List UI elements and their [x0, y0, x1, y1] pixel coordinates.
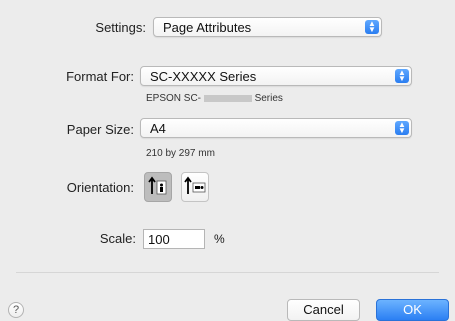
- popup-stepper-icon: ▲ ▼: [395, 121, 409, 135]
- format-for-printer-name: EPSON SC- Series: [146, 93, 283, 104]
- orientation-portrait-button[interactable]: [144, 172, 172, 202]
- scale-label: Scale:: [99, 231, 136, 246]
- format-for-label: Format For:: [66, 69, 134, 84]
- ok-button[interactable]: OK: [376, 299, 449, 321]
- paper-size-value: A4: [150, 121, 166, 136]
- settings-popup[interactable]: Page Attributes ▲ ▼: [153, 17, 382, 37]
- orientation-label: Orientation:: [66, 180, 134, 195]
- cancel-button[interactable]: Cancel: [287, 299, 360, 321]
- footer-separator: [16, 272, 439, 273]
- format-for-value: SC-XXXXX Series: [150, 69, 257, 84]
- settings-value: Page Attributes: [163, 20, 252, 35]
- scale-input[interactable]: [143, 229, 205, 249]
- paper-dimensions: 210 by 297 mm: [146, 148, 215, 159]
- scale-unit: %: [214, 232, 225, 246]
- popup-stepper-icon: ▲ ▼: [395, 69, 409, 83]
- format-for-popup[interactable]: SC-XXXXX Series ▲ ▼: [140, 66, 412, 86]
- paper-size-popup[interactable]: A4 ▲ ▼: [140, 118, 412, 138]
- settings-label: Settings:: [95, 20, 146, 35]
- printer-name-prefix: EPSON SC-: [146, 93, 202, 104]
- paper-size-label: Paper Size:: [66, 122, 134, 137]
- printer-name-redaction: [203, 94, 252, 102]
- help-button[interactable]: ?: [8, 302, 24, 318]
- portrait-orientation-icon: [148, 176, 167, 195]
- printer-name-suffix: Series: [254, 93, 283, 104]
- landscape-orientation-icon: [184, 176, 206, 194]
- popup-stepper-icon: ▲ ▼: [365, 20, 379, 34]
- orientation-landscape-button[interactable]: [181, 172, 209, 202]
